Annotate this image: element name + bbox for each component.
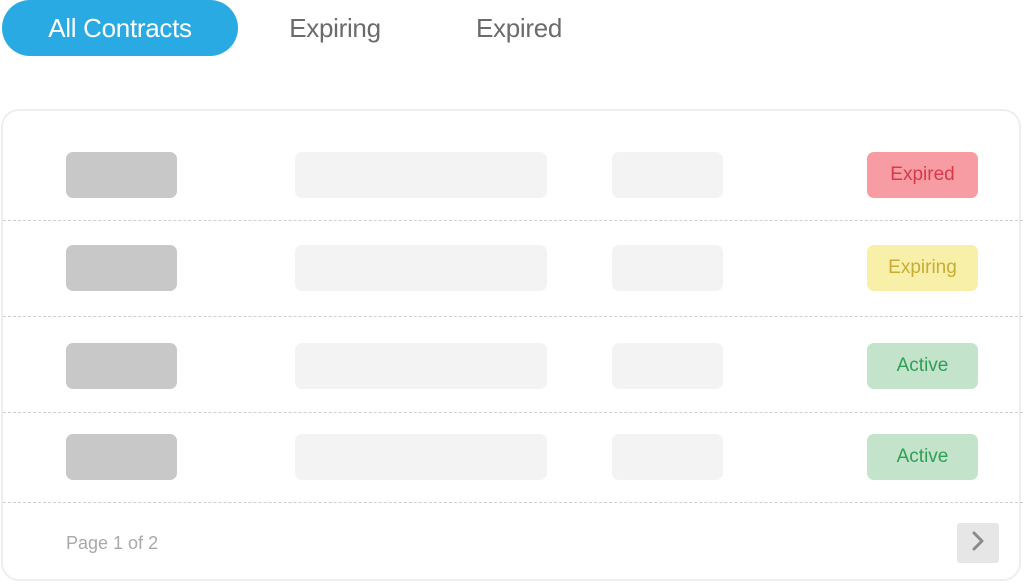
placeholder-id-cell (66, 245, 177, 291)
table-row[interactable]: Expiring (3, 221, 1023, 317)
placeholder-date-cell (612, 152, 723, 198)
chevron-right-icon (971, 530, 985, 557)
placeholder-date-cell (612, 343, 723, 389)
placeholder-id-cell (66, 343, 177, 389)
placeholder-date-cell (612, 245, 723, 291)
status-badge: Expired (867, 152, 978, 198)
placeholder-name-cell (295, 434, 547, 480)
placeholder-id-cell (66, 152, 177, 198)
status-badge: Expiring (867, 245, 978, 291)
table-row[interactable]: Active (3, 317, 1023, 413)
pagination-label: Page 1 of 2 (66, 533, 159, 553)
placeholder-name-cell (295, 245, 547, 291)
contract-filter-tabs: All Contracts Expiring Expired (0, 0, 700, 56)
tab-expired[interactable]: Expired (458, 0, 580, 56)
next-page-button[interactable] (957, 523, 999, 563)
status-badge: Active (867, 343, 978, 389)
contracts-table-card: Expired Expiring Active Active Page 1 of… (1, 109, 1023, 581)
placeholder-name-cell (295, 343, 547, 389)
placeholder-id-cell (66, 434, 177, 480)
tab-all-contracts[interactable]: All Contracts (2, 0, 238, 56)
tab-expiring[interactable]: Expiring (270, 0, 400, 56)
placeholder-name-cell (295, 152, 547, 198)
status-badge: Active (867, 434, 978, 480)
table-row[interactable]: Expired (3, 111, 1023, 221)
table-row[interactable]: Active (3, 413, 1023, 503)
placeholder-date-cell (612, 434, 723, 480)
